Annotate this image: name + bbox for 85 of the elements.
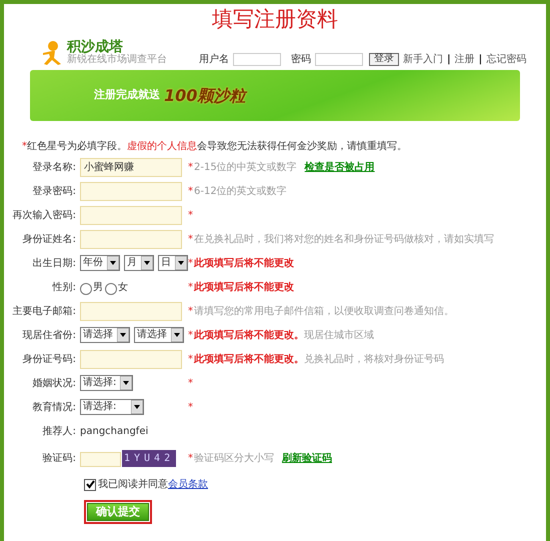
warning-text: 此项填写后将不能更改。 (194, 352, 304, 366)
referrer-text: pangchangfei (80, 424, 150, 438)
caret-icon (131, 400, 143, 414)
password-label: 密码 (291, 52, 311, 66)
radio-button[interactable] (80, 282, 92, 294)
warning-text: 此项填写后将不能更改 (194, 280, 294, 294)
required-mark-text: * (188, 452, 193, 466)
terms-link[interactable]: 会员条款 (168, 479, 208, 490)
input-field[interactable] (80, 230, 182, 248)
caret-icon (175, 256, 187, 270)
intro-text: *红色星号为必填字段。虚假的个人信息会导致您无法获得任何金沙奖励，请慎重填写。 (22, 140, 407, 154)
required-mark-text: * (188, 304, 193, 318)
input-field[interactable] (80, 182, 182, 200)
hint-text: 6-12位的英文或数字 (194, 184, 287, 198)
dropdown[interactable]: 请选择: (80, 375, 134, 391)
hint-text: 兑换礼品时，将核对身份证号码 (304, 352, 444, 366)
input-field[interactable] (80, 302, 182, 320)
required-mark-text: * (188, 208, 193, 222)
username-field[interactable] (233, 52, 281, 66)
captcha-image: 1YU42 (122, 450, 176, 466)
dropdown[interactable]: 请选择: (80, 399, 144, 415)
field-label: 教育情况: (32, 400, 77, 414)
input-field[interactable] (80, 350, 182, 368)
required-mark-text: * (188, 256, 193, 270)
field-label: 身份证号码: (22, 352, 77, 366)
warning-text: 此项填写后将不能更改 (194, 256, 294, 270)
caret-icon (141, 256, 153, 270)
separator-text: | (447, 52, 451, 66)
checkmark-icon (86, 480, 94, 489)
input-field[interactable]: 小蜜蜂网赚 (80, 158, 182, 176)
login-button[interactable]: 登录 (369, 52, 399, 66)
field-label: 验证码: (42, 452, 77, 466)
agree-text: 我已阅读并同意会员条款 (98, 478, 208, 492)
required-mark-text: * (188, 376, 193, 390)
nav-link[interactable]: 忘记密码 (486, 52, 526, 66)
hint-text: 验证码区分大小写 (194, 452, 274, 466)
hint-text: 2-15位的中英文或数字 (194, 160, 297, 174)
required-mark-text: * (188, 328, 193, 342)
radio-label: 女 (118, 280, 128, 294)
input-field[interactable] (80, 452, 121, 466)
field-label: 性别: (51, 280, 77, 294)
dropdown[interactable]: 月 (124, 255, 154, 271)
field-label: 再次输入密码: (12, 208, 77, 222)
required-mark-text: * (188, 160, 193, 174)
field-label: 推荐人: (42, 424, 77, 438)
username-label: 用户名 (199, 52, 229, 66)
dropdown[interactable]: 年份 (80, 255, 120, 271)
hint-text: 在兑换礼品时，我们将对您的姓名和身份证号码做核对，请如实填写 (194, 232, 494, 246)
caret-icon (117, 328, 129, 342)
field-label: 登录名称: (32, 160, 77, 174)
agree-checkbox[interactable] (84, 478, 96, 490)
caret-icon (120, 376, 132, 390)
password-field[interactable] (315, 52, 363, 66)
hint-text: 现居住城市区域 (304, 328, 374, 342)
link[interactable]: 刷新验证码 (282, 450, 332, 466)
required-mark-text: * (188, 232, 193, 246)
field-label: 登录密码: (32, 184, 77, 198)
banner-highlight: 100颗沙粒 (164, 84, 246, 106)
required-mark-text: * (188, 400, 193, 414)
required-mark-text: * (188, 352, 193, 366)
logo-name: 积沙成塔 (67, 40, 123, 54)
field-label: 现居住省份: (22, 328, 77, 342)
banner-text: 注册完成就送 (94, 87, 160, 104)
dropdown[interactable]: 请选择 (80, 327, 130, 343)
dropdown[interactable]: 日 (158, 255, 188, 271)
separator-text: | (478, 52, 482, 66)
hint-text: 请填写您的常用电子邮件信箱，以便收取调查问卷通知信。 (194, 304, 454, 318)
logo-slogan: 新锐在线市场调查平台 (67, 54, 168, 66)
required-mark-text: * (188, 184, 193, 198)
nav-link[interactable]: 新手入门 (403, 52, 443, 66)
field-label: 婚姻状况: (32, 376, 77, 390)
dropdown[interactable]: 请选择 (134, 327, 184, 343)
page-title: 填写注册资料 (212, 9, 338, 30)
warning-text: 此项填写后将不能更改。 (194, 328, 304, 342)
caret-icon (171, 328, 183, 342)
radio-button[interactable] (105, 282, 117, 294)
required-mark-text: * (188, 280, 193, 294)
field-label: 主要电子邮箱: (12, 304, 77, 318)
input-field[interactable] (80, 206, 182, 224)
radio-label: 男 (93, 280, 103, 294)
field-label: 出生日期: (32, 256, 77, 270)
nav-link[interactable]: 注册 (454, 52, 475, 66)
field-label: 身份证姓名: (22, 232, 77, 246)
link[interactable]: 检查是否被占用 (304, 160, 375, 174)
caret-icon (107, 256, 119, 270)
